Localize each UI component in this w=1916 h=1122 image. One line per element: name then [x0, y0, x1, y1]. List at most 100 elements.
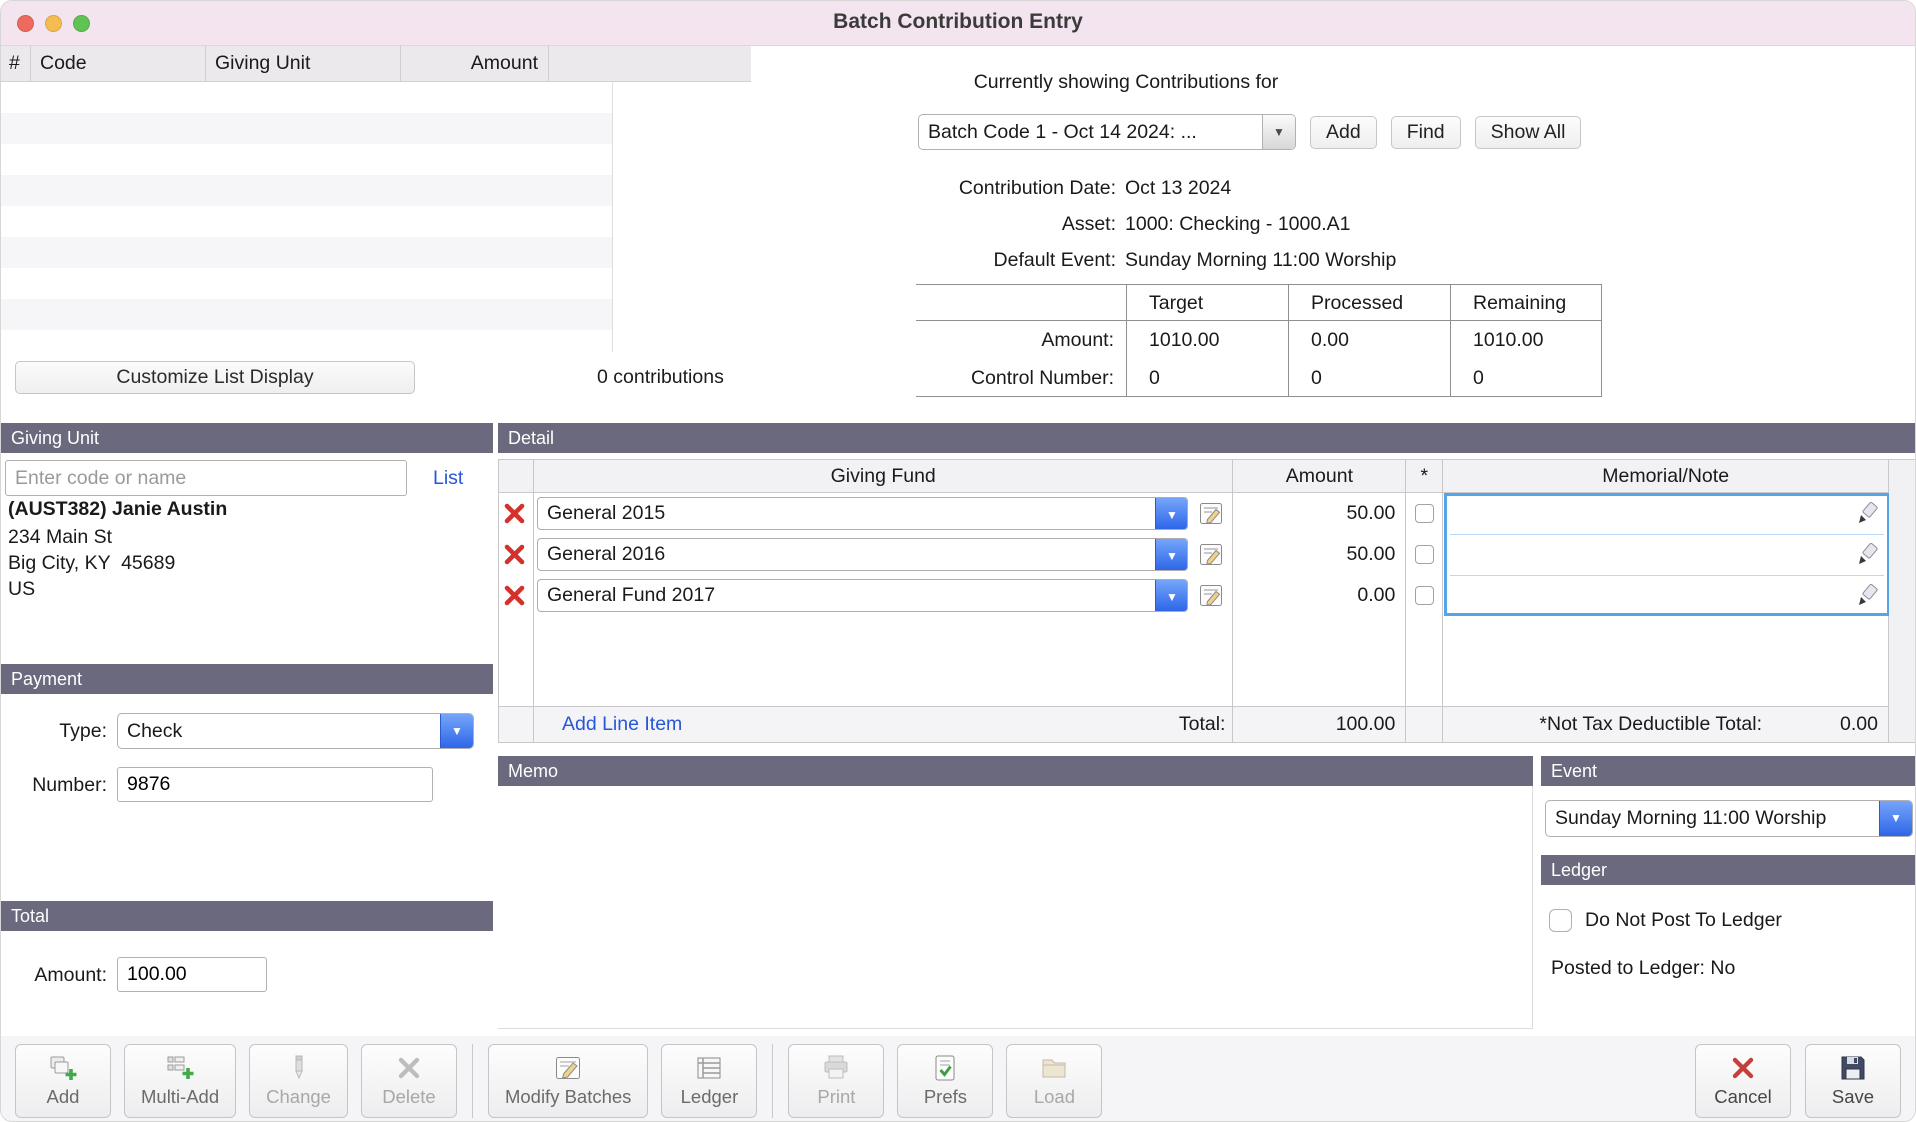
column-header-giving-unit: Giving Unit	[206, 46, 401, 81]
chevron-down-icon: ▼	[1155, 539, 1187, 570]
giving-fund-value: General 2015	[538, 498, 1155, 529]
giving-fund-select[interactable]: General 2015 ▼	[537, 497, 1188, 530]
default-event-row: Default Event: Sunday Morning 11:00 Wors…	[916, 249, 1396, 272]
payment-number-label: Number:	[1, 774, 107, 797]
do-not-post-checkbox[interactable]	[1549, 909, 1572, 932]
memorial-edit-icon[interactable]	[1854, 501, 1880, 531]
total-amount-input[interactable]	[117, 957, 267, 992]
chevron-down-icon: ▼	[440, 714, 473, 748]
payment-type-label: Type:	[1, 720, 107, 743]
do-not-post-label: Do Not Post To Ledger	[1585, 909, 1782, 932]
chevron-down-icon: ▼	[1155, 580, 1187, 611]
line-amount-cell[interactable]: 0.00	[1233, 575, 1406, 616]
add-button[interactable]: Add	[15, 1044, 111, 1118]
event-select-value: Sunday Morning 11:00 Worship	[1546, 801, 1879, 836]
summary-col-target: Target	[1126, 285, 1288, 321]
memorial-input[interactable]	[1443, 493, 1888, 534]
delete-row-button[interactable]	[499, 583, 529, 608]
column-header-code: Code	[31, 46, 206, 81]
giving-fund-select[interactable]: General 2016 ▼	[537, 538, 1188, 571]
titlebar: Batch Contribution Entry	[1, 1, 1915, 46]
giving-unit-list-link[interactable]: List	[433, 467, 463, 490]
detail-footer: Add Line Item Total: 100.00 *Not Tax Ded…	[499, 706, 1889, 743]
memo-header: Memo	[498, 756, 1533, 786]
fund-note-button[interactable]	[1194, 541, 1228, 568]
default-event-label: Default Event:	[916, 249, 1116, 272]
fund-note-button[interactable]	[1194, 500, 1228, 527]
memorial-cell[interactable]	[1443, 493, 1889, 534]
contribution-date-label: Contribution Date:	[916, 177, 1116, 200]
detail-table-header: Giving Fund Amount * Memorial/Note	[499, 459, 1889, 493]
asset-label: Asset:	[916, 213, 1116, 236]
batch-select[interactable]: Batch Code 1 - Oct 14 2024: ... ▼	[918, 114, 1296, 150]
detail-row: General 2015 ▼ 50.00	[499, 493, 1889, 534]
detail-col-star: *	[1406, 460, 1443, 492]
detail-scrollbar[interactable]	[1889, 459, 1916, 743]
batch-add-button[interactable]: Add	[1310, 116, 1377, 149]
giving-unit-name: (AUST382) Janie Austin	[8, 498, 227, 521]
add-line-item-link[interactable]: Add Line Item	[562, 713, 682, 736]
cancel-button[interactable]: Cancel	[1695, 1044, 1791, 1118]
giving-unit-search-input[interactable]	[5, 460, 407, 496]
column-header-amount: Amount	[401, 46, 549, 81]
summary-corner	[916, 285, 1126, 321]
contribution-list-header: # Code Giving Unit Amount	[1, 46, 751, 82]
chevron-down-icon: ▼	[1262, 115, 1295, 149]
modify-batches-icon	[553, 1053, 583, 1083]
batch-select-row: Batch Code 1 - Oct 14 2024: ... ▼ Add Fi…	[918, 114, 1581, 150]
giving-fund-value: General Fund 2017	[538, 580, 1155, 611]
prefs-button[interactable]: Prefs	[897, 1044, 993, 1118]
delete-row-button[interactable]	[499, 501, 529, 526]
delete-row-icon	[502, 583, 527, 608]
load-button[interactable]: Load	[1006, 1044, 1102, 1118]
prefs-icon	[930, 1053, 960, 1083]
asset-row: Asset: 1000: Checking - 1000.A1	[916, 213, 1351, 236]
contribution-list-body[interactable]	[1, 82, 613, 352]
toolbar-divider	[772, 1044, 773, 1118]
window-title: Batch Contribution Entry	[1, 10, 1915, 34]
detail-row: General 2016 ▼ 50.00	[499, 534, 1889, 575]
giving-fund-value: General 2016	[538, 539, 1155, 570]
change-button[interactable]: Change	[249, 1044, 348, 1118]
total-header: Total	[1, 901, 493, 931]
event-select[interactable]: Sunday Morning 11:00 Worship ▼	[1545, 800, 1913, 837]
not-tax-deductible-checkbox[interactable]	[1415, 504, 1434, 523]
summary-amount-label: Amount:	[916, 321, 1126, 359]
payment-type-select[interactable]: Check ▼	[117, 713, 474, 749]
edit-note-icon	[1198, 500, 1225, 527]
delete-row-button[interactable]	[499, 542, 529, 567]
detail-table: Giving Fund Amount * Memorial/Note Gener…	[498, 459, 1889, 743]
batch-find-button[interactable]: Find	[1391, 116, 1461, 149]
customize-list-display-button[interactable]: Customize List Display	[15, 361, 415, 394]
edit-note-icon	[1198, 582, 1225, 609]
payment-number-input[interactable]	[117, 767, 433, 802]
memorial-cell[interactable]	[1443, 575, 1889, 616]
memo-textarea[interactable]	[498, 786, 1533, 1029]
giving-unit-address-line1: 234 Main St	[8, 526, 112, 549]
not-tax-deductible-checkbox[interactable]	[1415, 545, 1434, 564]
memorial-input[interactable]	[1443, 534, 1888, 575]
multi-add-button[interactable]: Multi-Add	[124, 1044, 236, 1118]
memorial-input[interactable]	[1443, 575, 1888, 616]
giving-fund-select[interactable]: General Fund 2017 ▼	[537, 579, 1188, 612]
modify-batches-button[interactable]: Modify Batches	[488, 1044, 648, 1118]
memorial-cell[interactable]	[1443, 534, 1889, 575]
save-button[interactable]: Save	[1805, 1044, 1901, 1118]
line-amount-cell[interactable]: 50.00	[1233, 534, 1406, 575]
not-tax-deductible-checkbox[interactable]	[1415, 586, 1434, 605]
memorial-edit-icon[interactable]	[1854, 583, 1880, 613]
detail-row: General Fund 2017 ▼ 0.00	[499, 575, 1889, 616]
fund-note-button[interactable]	[1194, 582, 1228, 609]
print-button[interactable]: Print	[788, 1044, 884, 1118]
delete-button[interactable]: Delete	[361, 1044, 457, 1118]
line-amount-cell[interactable]: 50.00	[1233, 493, 1406, 534]
not-tax-total-value: 0.00	[1782, 713, 1888, 736]
memorial-edit-icon[interactable]	[1854, 542, 1880, 572]
batch-show-all-button[interactable]: Show All	[1475, 116, 1582, 149]
contribution-date-value: Oct 13 2024	[1116, 177, 1231, 200]
ledger-button[interactable]: Ledger	[661, 1044, 757, 1118]
summary-control-label: Control Number:	[916, 359, 1126, 397]
detail-col-memorial: Memorial/Note	[1443, 460, 1889, 492]
delete-row-icon	[502, 501, 527, 526]
detail-col-delete	[499, 460, 534, 492]
